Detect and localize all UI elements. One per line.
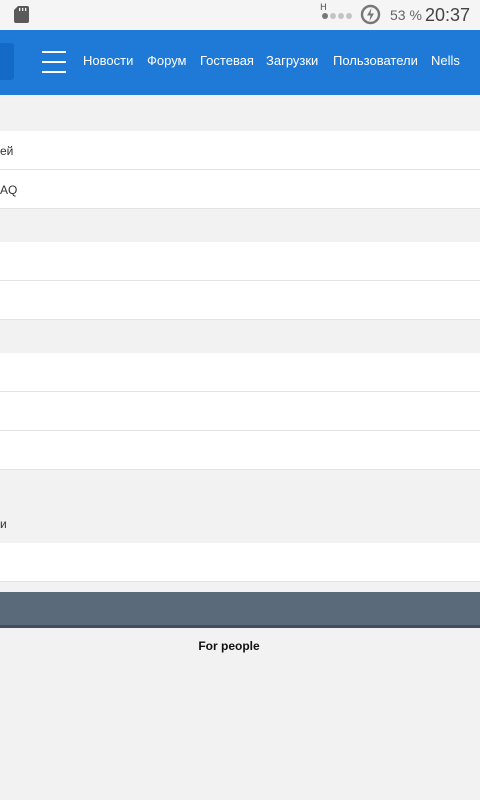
nav-link-users[interactable]: Пользователи xyxy=(333,53,418,68)
status-bar: H 53 % 20:37 xyxy=(0,0,480,30)
list-item[interactable] xyxy=(0,281,480,320)
list-item-label: ей xyxy=(0,144,14,158)
list-item-label: AQ xyxy=(0,183,18,197)
nav-link-guestbook[interactable]: Гостевая xyxy=(200,53,254,68)
clock: 20:37 xyxy=(425,5,471,25)
list-item[interactable] xyxy=(0,431,480,470)
signal-type-label: H xyxy=(320,3,327,13)
list-item[interactable] xyxy=(0,242,480,281)
hamburger-icon[interactable] xyxy=(42,51,66,73)
battery-charging-icon xyxy=(360,4,381,25)
list-item[interactable]: AQ xyxy=(0,170,480,209)
nav-link-news[interactable]: Новости xyxy=(83,53,133,68)
signal-icon: H xyxy=(320,3,354,23)
section-band: и xyxy=(0,471,480,543)
nav-left-button[interactable] xyxy=(0,43,14,80)
list-item[interactable] xyxy=(0,353,480,392)
battery-percent: 53 % xyxy=(390,7,422,23)
sd-card-icon xyxy=(14,6,29,23)
list-item[interactable] xyxy=(0,392,480,431)
footer-text: For people xyxy=(198,639,260,653)
nav-link-forum[interactable]: Форум xyxy=(147,53,187,68)
list-item[interactable]: ей xyxy=(0,131,480,170)
footer-bar xyxy=(0,592,480,628)
section-band-label: и xyxy=(0,517,7,531)
nav-link-nells[interactable]: Nells xyxy=(431,53,460,68)
top-navbar: Новости Форум Гостевая Загрузки Пользова… xyxy=(0,30,480,95)
nav-link-downloads[interactable]: Загрузки xyxy=(266,53,318,68)
list-item[interactable] xyxy=(0,543,480,582)
